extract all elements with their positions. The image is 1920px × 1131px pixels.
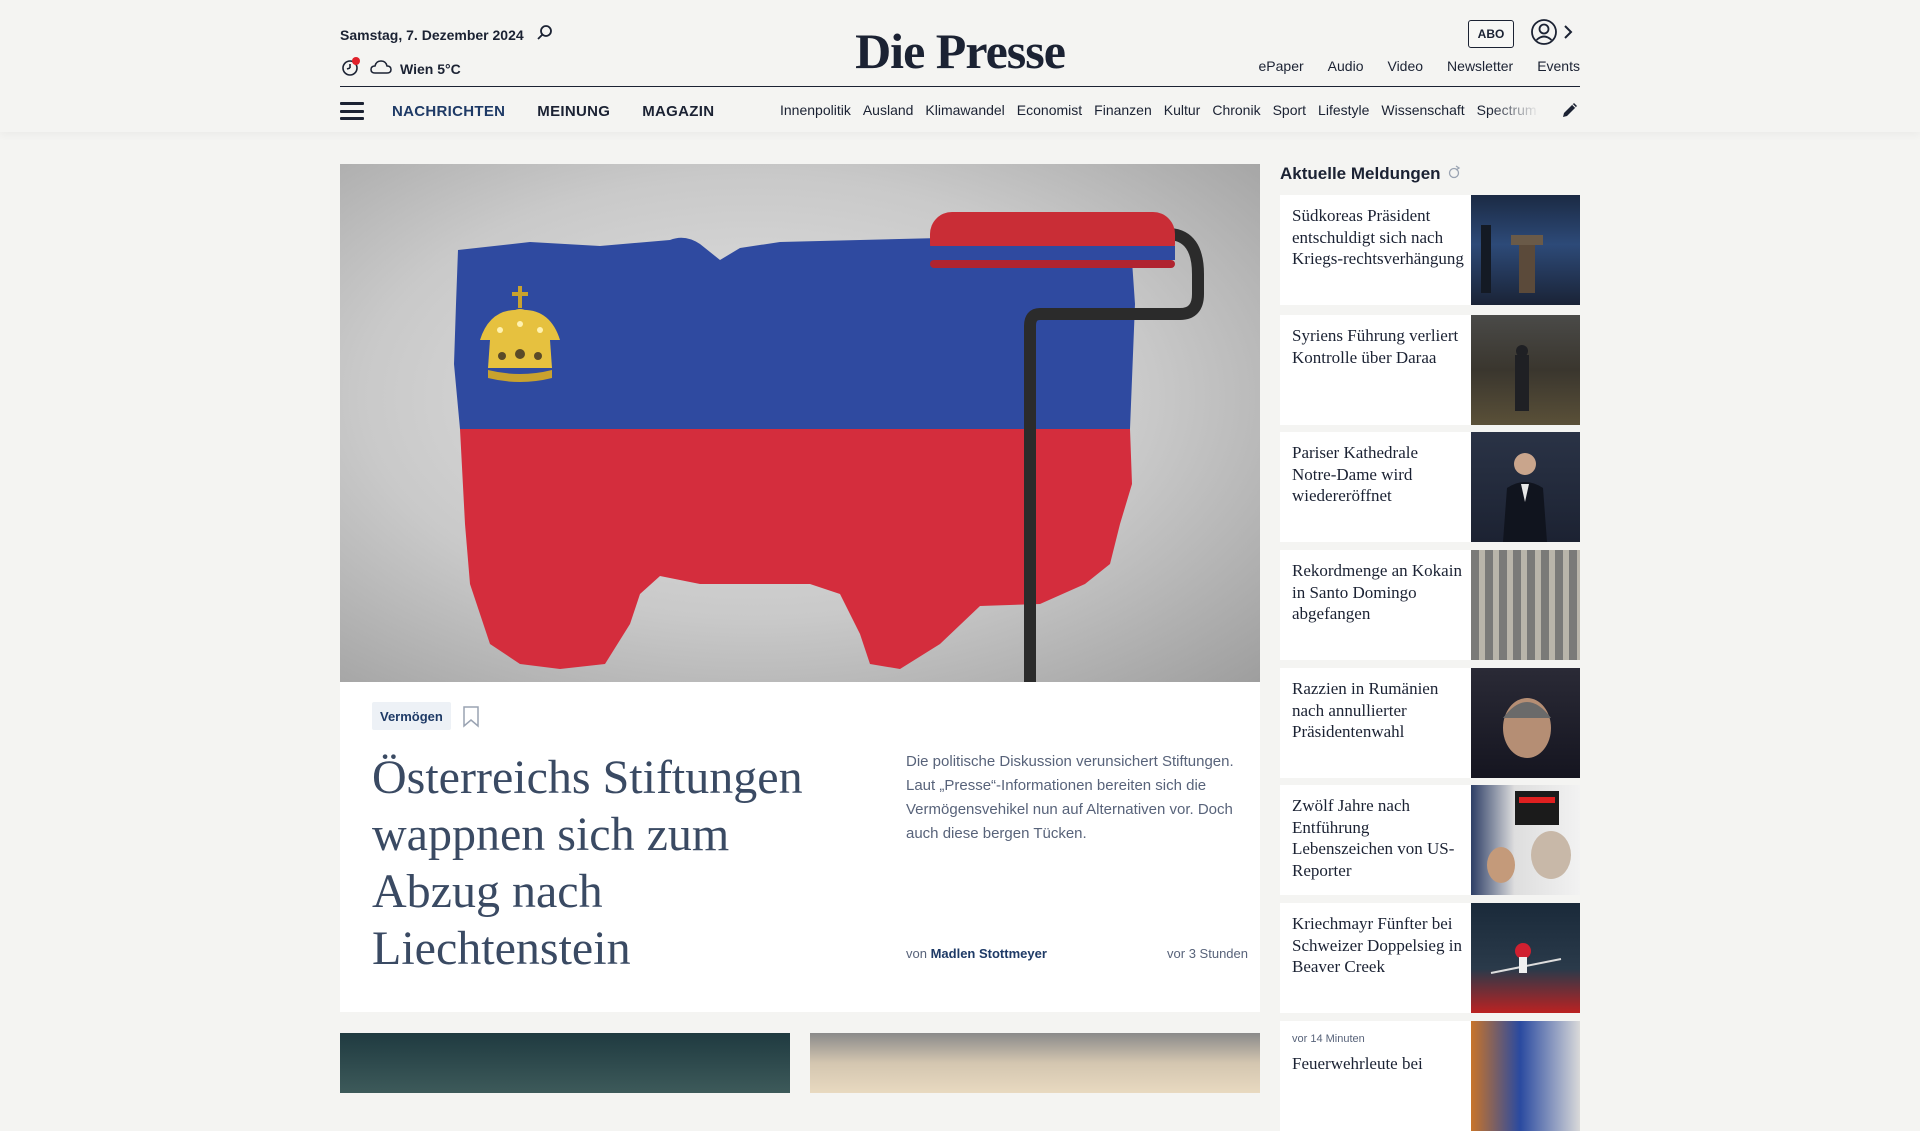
site-logo[interactable]: Die Presse — [0, 22, 1920, 80]
category-tag[interactable]: Vermögen — [372, 702, 451, 730]
news-headline[interactable]: Pariser Kathedrale Notre-Dame wird wiede… — [1292, 442, 1464, 507]
hero-image[interactable] — [340, 164, 1260, 682]
article-teaser-image[interactable] — [810, 1033, 1260, 1093]
subnav-innenpolitik[interactable]: Innenpolitik — [780, 102, 851, 118]
sidebar-title-text[interactable]: Aktuelle Meldungen — [1280, 164, 1441, 184]
news-thumbnail[interactable] — [1471, 315, 1580, 425]
news-thumbnail[interactable] — [1471, 432, 1580, 542]
news-item[interactable]: Südkoreas Präsident entschuldigt sich na… — [1280, 195, 1580, 305]
nav-nachrichten[interactable]: NACHRICHTEN — [392, 103, 505, 120]
bookmark-icon[interactable] — [462, 706, 480, 733]
refresh-icon[interactable] — [1447, 164, 1461, 184]
top-links: ePaper Audio Video Newsletter Events — [1259, 58, 1580, 74]
subnav-ausland[interactable]: Ausland — [863, 102, 914, 118]
news-thumbnail[interactable] — [1471, 903, 1580, 1013]
news-item[interactable]: Razzien in Rumänien nach annullierter Pr… — [1280, 668, 1580, 778]
news-item[interactable]: Kriechmayr Fünfter bei Schweizer Doppels… — [1280, 903, 1580, 1013]
news-headline[interactable]: Syriens Führung verliert Kontrolle über … — [1292, 325, 1464, 368]
subnav-finanzen[interactable]: Finanzen — [1094, 102, 1152, 118]
subnav-chronik[interactable]: Chronik — [1212, 102, 1260, 118]
article-age: vor 3 Stunden — [1167, 946, 1248, 961]
news-headline[interactable]: Südkoreas Präsident entschuldigt sich na… — [1292, 205, 1464, 270]
subnav-klimawandel[interactable]: Klimawandel — [925, 102, 1004, 118]
liechtenstein-flag-illustration — [454, 212, 1204, 682]
author-link[interactable]: Madlen Stottmeyer — [931, 946, 1047, 961]
sub-nav-fade — [1490, 96, 1540, 126]
navigation-bar: NACHRICHTEN MEINUNG MAGAZIN Innenpolitik… — [340, 96, 1580, 126]
sidebar-title: Aktuelle Meldungen — [1280, 164, 1461, 184]
nav-magazin[interactable]: MAGAZIN — [642, 103, 714, 120]
byline: von Madlen Stottmeyer — [906, 946, 1047, 961]
news-headline[interactable]: Kriechmayr Fünfter bei Schweizer Doppels… — [1292, 913, 1464, 978]
subnav-sport[interactable]: Sport — [1273, 102, 1306, 118]
news-headline[interactable]: Feuerwehrleute bei — [1292, 1053, 1464, 1075]
hero-article[interactable]: Vermögen Österreichs Stiftungen wappnen … — [340, 164, 1260, 1012]
news-item[interactable]: Rekordmenge an Kokain in Santo Domingo a… — [1280, 550, 1580, 660]
news-timestamp: vor 14 Minuten — [1292, 1033, 1365, 1045]
news-headline[interactable]: Zwölf Jahre nach Entführung Lebenszeiche… — [1292, 795, 1464, 881]
news-item[interactable]: Zwölf Jahre nach Entführung Lebenszeiche… — [1280, 785, 1580, 895]
news-thumbnail[interactable] — [1471, 195, 1580, 305]
link-events[interactable]: Events — [1537, 58, 1580, 74]
site-header: Samstag, 7. Dezember 2024 Wien 5°C Die P… — [0, 0, 1920, 132]
subnav-wissenschaft[interactable]: Wissenschaft — [1381, 102, 1464, 118]
news-item[interactable]: Pariser Kathedrale Notre-Dame wird wiede… — [1280, 432, 1580, 542]
link-newsletter[interactable]: Newsletter — [1447, 58, 1513, 74]
link-video[interactable]: Video — [1387, 58, 1423, 74]
account-menu[interactable] — [1530, 18, 1574, 51]
article-teaser-image[interactable] — [340, 1033, 790, 1093]
subnav-lifestyle[interactable]: Lifestyle — [1318, 102, 1369, 118]
subnav-economist[interactable]: Economist — [1017, 102, 1082, 118]
news-thumbnail[interactable] — [1471, 1021, 1580, 1131]
user-icon[interactable] — [1530, 18, 1558, 51]
hero-headline[interactable]: Österreichs Stiftungen wappnen sich zum … — [372, 749, 812, 977]
sub-nav: Innenpolitik Ausland Klimawandel Economi… — [780, 102, 1540, 118]
news-item[interactable]: vor 14 Minuten Feuerwehrleute bei — [1280, 1021, 1580, 1131]
chevron-right-icon[interactable] — [1562, 24, 1574, 45]
nav-meinung[interactable]: MEINUNG — [537, 103, 610, 120]
news-thumbnail[interactable] — [1471, 668, 1580, 778]
link-audio[interactable]: Audio — [1328, 58, 1364, 74]
news-item[interactable]: Syriens Führung verliert Kontrolle über … — [1280, 315, 1580, 425]
news-headline[interactable]: Razzien in Rumänien nach annullierter Pr… — [1292, 678, 1464, 743]
main-nav: NACHRICHTEN MEINUNG MAGAZIN — [392, 103, 714, 120]
menu-icon[interactable] — [340, 102, 364, 120]
link-epaper[interactable]: ePaper — [1259, 58, 1304, 74]
hero-lead: Die politische Diskussion verunsichert S… — [906, 753, 1234, 842]
news-thumbnail[interactable] — [1471, 550, 1580, 660]
byline-prefix: von — [906, 946, 927, 961]
abo-button[interactable]: ABO — [1468, 20, 1514, 48]
subnav-kultur[interactable]: Kultur — [1164, 102, 1201, 118]
pencil-icon[interactable] — [1560, 100, 1580, 125]
news-thumbnail[interactable] — [1471, 785, 1580, 895]
header-divider — [340, 86, 1580, 87]
news-headline[interactable]: Rekordmenge an Kokain in Santo Domingo a… — [1292, 560, 1464, 625]
